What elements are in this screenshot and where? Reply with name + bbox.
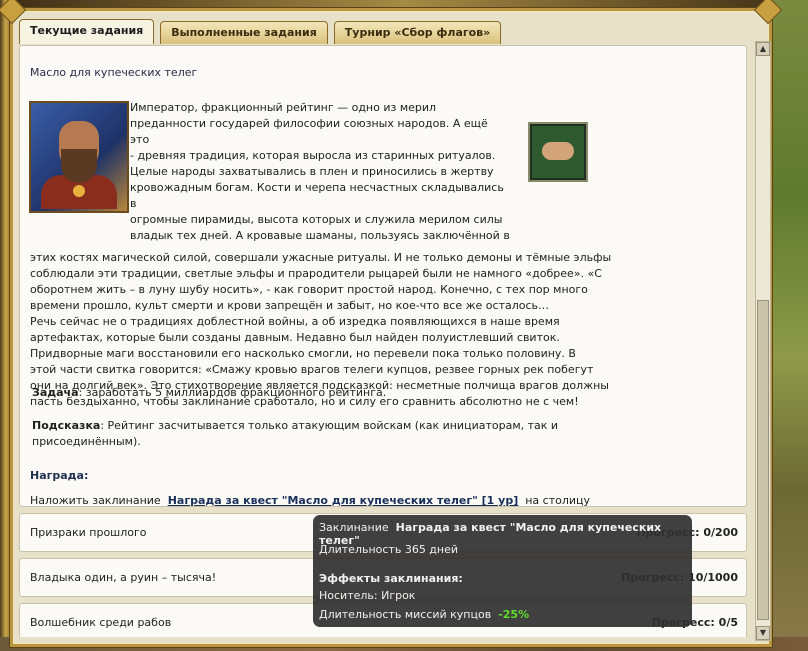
tooltip-effect: Длительность миссий купцов -25% (319, 608, 530, 621)
quest-story: Император, фракционный рейтинг — одно из… (30, 100, 620, 410)
scroll-up-icon[interactable]: ▲ (756, 42, 770, 56)
quest-row-name: Волшебник среди рабов (30, 616, 172, 629)
tooltip-carrier: Носитель: Игрок (319, 589, 416, 602)
tab-tournament[interactable]: Турнир «Сбор флагов» (333, 21, 502, 44)
tooltip-effect-value: -25% (498, 608, 530, 621)
quest-row-name: Владыка один, а руин – тысяча! (30, 571, 217, 584)
tab-completed-tasks[interactable]: Выполненные задания (160, 21, 328, 44)
tooltip-duration: Длительность 365 дней (319, 543, 459, 556)
quest-title[interactable]: Масло для купеческих телег (30, 66, 197, 79)
quest-hint: Подсказка: Рейтинг засчитывается только … (32, 419, 559, 448)
scroll-thumb[interactable] (757, 300, 769, 620)
frame-top (0, 0, 808, 8)
quest-row-name: Призраки прошлого (30, 526, 147, 539)
spell-tooltip: Заклинание Награда за квест "Масло для к… (313, 515, 692, 627)
tab-bar: Текущие задания Выполненные задания Турн… (19, 17, 507, 44)
reward-line: Наложить заклинание Награда за квест "Ма… (30, 494, 591, 507)
scrollbar[interactable]: ▲ ▼ (755, 41, 771, 641)
background-right (766, 0, 808, 651)
reward-spell-link[interactable]: Награда за квест "Масло для купеческих т… (168, 494, 519, 507)
scroll-down-icon[interactable]: ▼ (756, 626, 770, 640)
reward-heading: Награда: (30, 469, 89, 482)
quest-panel-expanded: Масло для купеческих телег Император, фр… (19, 45, 747, 507)
tooltip-effects-heading: Эффекты заклинания: (319, 572, 463, 585)
quest-task: Задача: заработать 5 миллиардов фракцион… (32, 386, 387, 399)
tab-current-tasks[interactable]: Текущие задания (19, 19, 155, 44)
story-intro: Император, фракционный рейтинг — одно из… (130, 101, 510, 242)
